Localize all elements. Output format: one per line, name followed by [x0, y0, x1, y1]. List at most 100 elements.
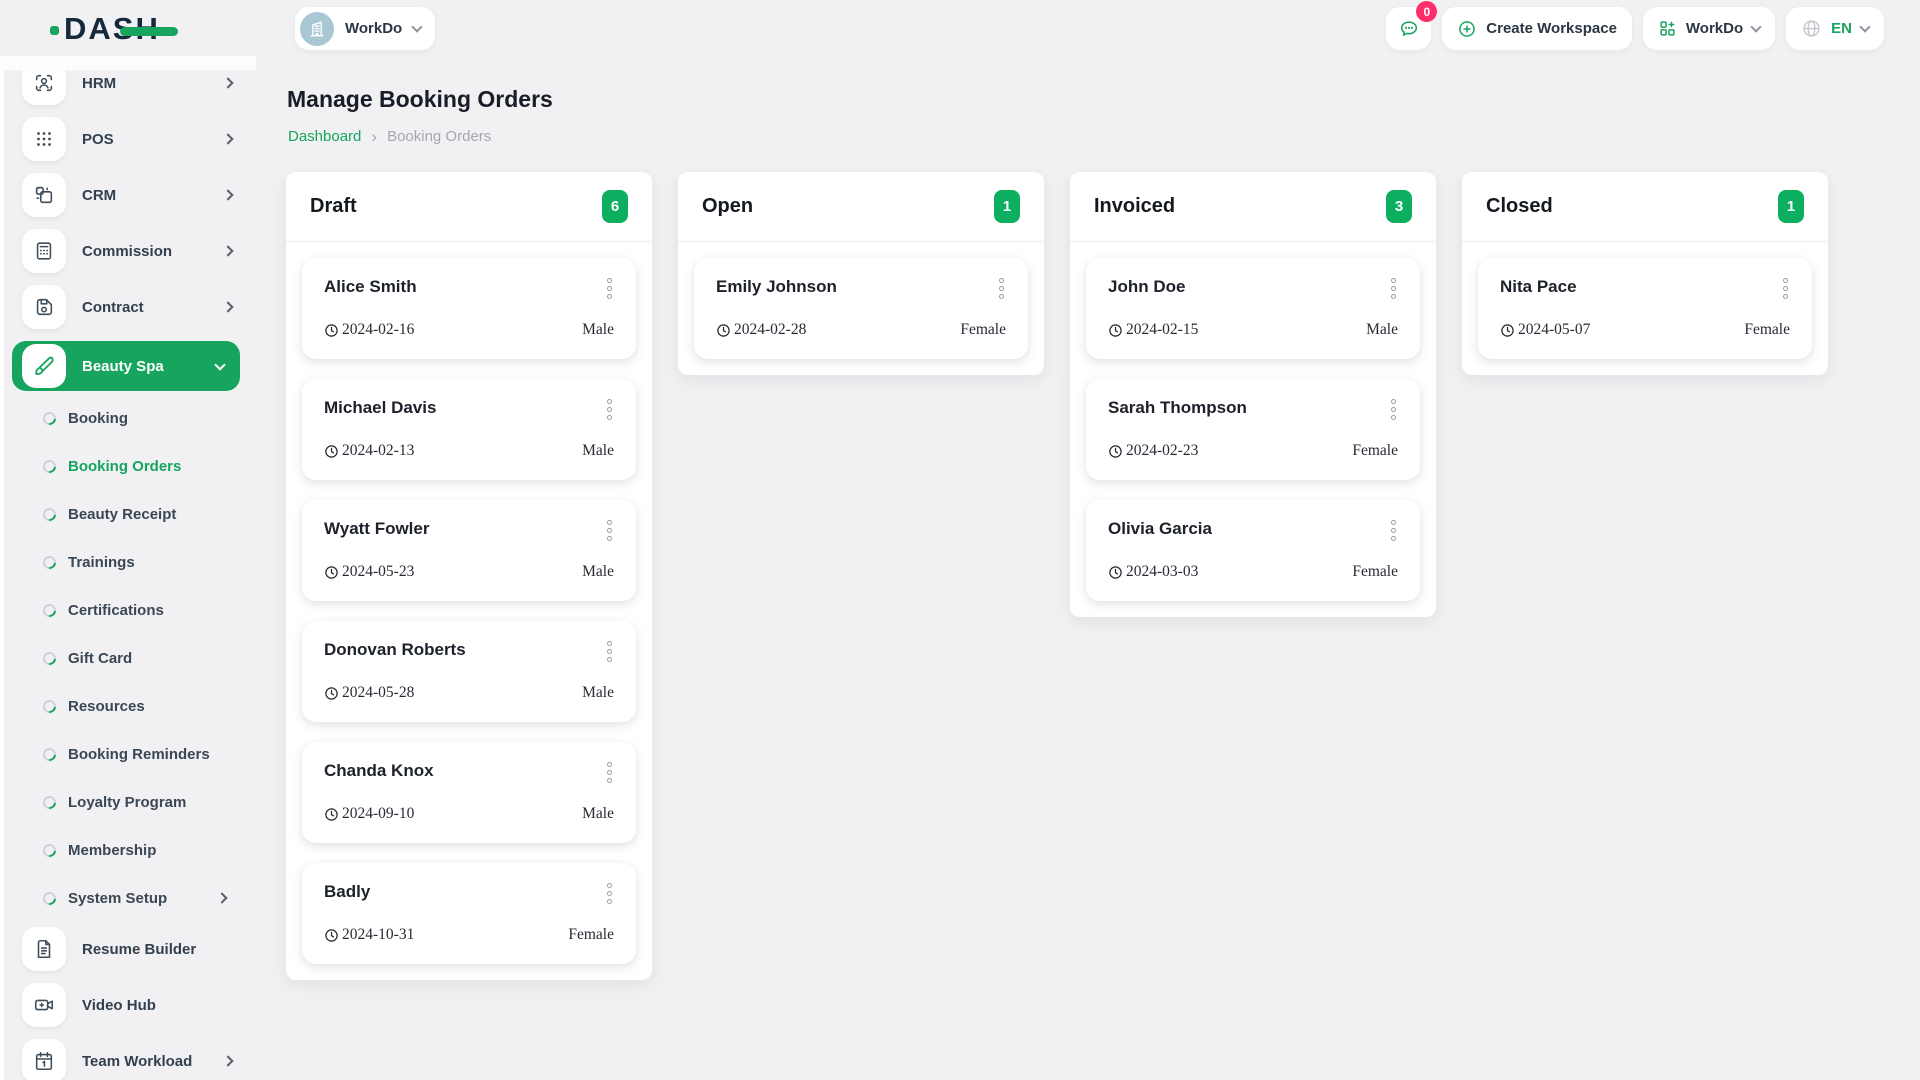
clock-icon [324, 444, 339, 459]
workspace-menu-button[interactable]: WorkDo [1643, 7, 1775, 50]
column-title: Open [702, 195, 753, 218]
sidebar-item-commission[interactable]: Commission [22, 229, 244, 273]
booking-card[interactable]: Olivia Garcia2024-03-03Female [1086, 500, 1420, 601]
sidebar-subitem-label: Booking Orders [68, 458, 181, 475]
booking-card[interactable]: Alice Smith2024-02-16Male [302, 258, 636, 359]
sidebar-subitem-booking[interactable]: Booking [0, 394, 256, 442]
sidebar-item-crm[interactable]: CRM [22, 173, 244, 217]
beauty-spa-submenu: Booking Booking Orders Beauty ReceiptTrain… [0, 394, 256, 922]
card-menu-button[interactable] [997, 275, 1006, 302]
create-workspace-label: Create Workspace [1486, 20, 1617, 37]
column-title: Closed [1486, 195, 1553, 218]
sidebar-subitem-gift-card[interactable]: Gift Card [0, 634, 256, 682]
card-menu-button[interactable] [605, 638, 614, 665]
booking-date: 2024-02-23 [1108, 442, 1198, 460]
sidebar-subitem-beauty-receipt[interactable]: Beauty Receipt [0, 490, 256, 538]
chevron-right-icon [222, 189, 233, 200]
booking-card[interactable]: Sarah Thompson2024-02-23Female [1086, 379, 1420, 480]
create-workspace-button[interactable]: Create Workspace [1442, 7, 1632, 50]
sidebar: HRMPOSCRMCommissionContractBeauty SpaBoo… [0, 56, 256, 1080]
column-count-badge: 1 [994, 190, 1020, 223]
sidebar-item-video-hub[interactable]: Video Hub [22, 983, 244, 1027]
booking-date: 2024-05-23 [324, 563, 414, 581]
card-header: Badly [324, 880, 614, 907]
booking-card[interactable]: Emily Johnson2024-02-28Female [694, 258, 1028, 359]
booking-date: 2024-10-31 [324, 926, 414, 944]
card-menu-button[interactable] [605, 759, 614, 786]
booking-card[interactable]: Michael Davis2024-02-13Male [302, 379, 636, 480]
card-header: Donovan Roberts [324, 638, 614, 665]
card-header: Alice Smith [324, 275, 614, 302]
booking-card[interactable]: Badly2024-10-31Female [302, 863, 636, 964]
sidebar-subitem-certifications[interactable]: Certifications [0, 586, 256, 634]
sidebar-subitem-label: Gift Card [68, 650, 132, 667]
booking-date-value: 2024-05-23 [342, 563, 414, 581]
card-menu-button[interactable] [605, 517, 614, 544]
customer-gender: Female [1352, 563, 1398, 581]
customer-gender: Male [582, 321, 614, 339]
status-ring-icon [40, 793, 58, 811]
sidebar-subitem-booking-orders[interactable]: Booking Orders [0, 442, 256, 490]
chevron-down-icon [1750, 21, 1761, 32]
language-selector[interactable]: EN [1786, 7, 1884, 50]
brand-logo[interactable]: DASH [64, 11, 160, 47]
card-menu-button[interactable] [1389, 396, 1398, 423]
booking-card[interactable]: Wyatt Fowler2024-05-23Male [302, 500, 636, 601]
sidebar-item-pos[interactable]: POS [22, 117, 244, 161]
booking-date-value: 2024-05-28 [342, 684, 414, 702]
card-menu-button[interactable] [605, 275, 614, 302]
messages-button[interactable]: 0 [1386, 7, 1431, 50]
customer-name: Sarah Thompson [1108, 396, 1247, 419]
card-menu-button[interactable] [605, 396, 614, 423]
booking-date-value: 2024-02-13 [342, 442, 414, 460]
card-header: Sarah Thompson [1108, 396, 1398, 423]
card-menu-button[interactable] [1389, 275, 1398, 302]
breadcrumb-separator: › [371, 129, 377, 144]
sidebar-item-resume-builder[interactable]: Resume Builder [22, 927, 244, 971]
clock-icon [324, 928, 339, 943]
sidebar-item-contract[interactable]: Contract [22, 285, 244, 329]
sidebar-subitem-resources[interactable]: Resources [0, 682, 256, 730]
customer-name: Olivia Garcia [1108, 517, 1212, 540]
column-header: Draft6 [286, 172, 652, 242]
building-icon [307, 19, 327, 39]
sidebar-subitem-system-setup[interactable]: System Setup [0, 874, 256, 922]
card-header: Emily Johnson [716, 275, 1006, 302]
messages-count-badge: 0 [1416, 1, 1437, 22]
sidebar-item-beauty-spa[interactable]: Beauty Spa [12, 341, 240, 391]
booking-card[interactable]: Nita Pace2024-05-07Female [1478, 258, 1812, 359]
topbar-actions: 0 Create Workspace WorkDo EN [1386, 7, 1884, 50]
card-header: Nita Pace [1500, 275, 1790, 302]
workspace-switcher[interactable]: WorkDo [295, 7, 435, 50]
booking-card[interactable]: Donovan Roberts 2024-05-28 Male [302, 621, 636, 722]
customer-gender: Male [582, 684, 614, 702]
status-ring-icon [40, 457, 58, 475]
calculator-icon [22, 229, 66, 273]
booking-date-value: 2024-02-15 [1126, 321, 1198, 339]
clock-icon [1108, 565, 1123, 580]
sidebar-item-team-workload[interactable]: Team Workload [22, 1039, 244, 1080]
language-code: EN [1831, 20, 1852, 37]
breadcrumb-dashboard-link[interactable]: Dashboard [288, 128, 361, 145]
customer-gender: Male [582, 805, 614, 823]
grid-plus-icon [1658, 19, 1677, 38]
card-menu-button[interactable] [1781, 275, 1790, 302]
sidebar-subitem-membership[interactable]: Membership [0, 826, 256, 874]
customer-gender: Female [960, 321, 1006, 339]
card-menu-button[interactable] [1389, 517, 1398, 544]
status-ring-icon [40, 697, 58, 715]
booking-date-value: 2024-05-07 [1518, 321, 1590, 339]
sidebar-subitem-booking-reminders[interactable]: Booking Reminders [0, 730, 256, 778]
booking-date-value: 2024-09-10 [342, 805, 414, 823]
sidebar-subitem-trainings[interactable]: Trainings [0, 538, 256, 586]
contract-save-icon [22, 285, 66, 329]
booking-card[interactable]: Chanda Knox2024-09-10Male [302, 742, 636, 843]
chevron-right-icon [222, 133, 233, 144]
card-footer: 2024-09-10 Male [324, 805, 614, 823]
card-menu-button[interactable] [605, 880, 614, 907]
booking-date: 2024-02-15 [1108, 321, 1198, 339]
status-ring-icon [40, 745, 58, 763]
booking-card[interactable]: John Doe2024-02-15Male [1086, 258, 1420, 359]
sidebar-subitem-loyalty-program[interactable]: Loyalty Program [0, 778, 256, 826]
chevron-right-icon [222, 245, 233, 256]
